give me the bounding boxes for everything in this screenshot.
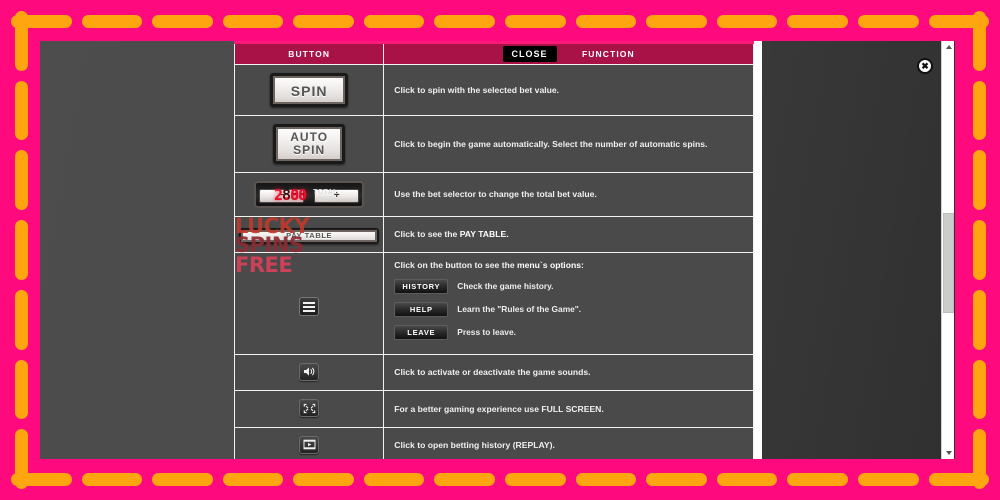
total-bet-widget[interactable]: TOTAL BET 888 2.00 − +	[254, 181, 365, 208]
table-row: AUTO SPIN Click to begin the game automa…	[233, 115, 754, 173]
row-paytable-button-cell: PAY TABLE	[233, 216, 385, 253]
sound-speaker-icon[interactable]	[299, 362, 320, 381]
row-sound-description: Click to activate or deactivate the game…	[383, 353, 754, 392]
row-betselector-description: Use the bet selector to change the total…	[383, 172, 754, 217]
table-row: PAY TABLE Click to see the PAY TABLE.	[233, 216, 754, 253]
table-row: For a better gaming experience use FULL …	[233, 390, 754, 428]
row-replay-description: Click to open betting history (REPLAY).	[383, 426, 754, 459]
row-betselector-cell: TOTAL BET 888 2.00 − +	[233, 172, 385, 217]
game-window: BUTTON CLOSE FUNCTION SPIN Click to spin…	[40, 41, 955, 459]
auto-spin-button[interactable]: AUTO SPIN	[273, 124, 346, 164]
close-icon[interactable]: ✖	[917, 58, 933, 74]
replay-film-icon[interactable]	[299, 435, 320, 454]
scrollbar-thumb[interactable]	[943, 213, 954, 313]
row-spin-button-cell: SPIN	[233, 64, 385, 116]
row-autospin-button-cell: AUTO SPIN	[233, 115, 385, 173]
header-function-label: FUNCTION	[582, 49, 635, 59]
history-button[interactable]: HISTORY	[394, 278, 449, 294]
row-menu-description: Click on the button to see the menu`s op…	[383, 252, 754, 355]
list-item: HISTORY Check the game history.	[394, 278, 753, 294]
auto-spin-label-line2: SPIN	[293, 143, 326, 157]
hamburger-menu-icon[interactable]	[299, 297, 320, 317]
menu-desc-bold: menu`s options:	[517, 260, 584, 270]
leave-button[interactable]: LEAVE	[394, 324, 449, 340]
row-autospin-description: Click to begin the game automatically. S…	[383, 115, 754, 173]
header-function-column: CLOSE FUNCTION	[383, 41, 754, 65]
table-row: SPIN Click to spin with the selected bet…	[233, 64, 754, 116]
help-table-header-row: BUTTON CLOSE FUNCTION	[233, 41, 754, 65]
scroll-up-arrow-icon[interactable]	[942, 41, 955, 53]
menu-desc-prefix: Click on the button to see the	[394, 260, 517, 270]
menu-options-list: HISTORY Check the game history. HELP Lea…	[394, 278, 753, 340]
row-sound-button-cell	[233, 353, 385, 392]
leave-description: Press to leave.	[457, 327, 516, 338]
table-row: Click to activate or deactivate the game…	[233, 353, 754, 392]
paytable-desc-bold: PAY TABLE.	[459, 229, 509, 240]
scroll-down-arrow-icon[interactable]	[942, 447, 955, 459]
help-button[interactable]: HELP	[394, 301, 449, 317]
frame-dash-row-bottom	[6, 472, 994, 486]
table-row: Click to open betting history (REPLAY).	[233, 426, 754, 459]
help-table-body: SPIN Click to spin with the selected bet…	[233, 64, 754, 459]
list-item: HELP Learn the "Rules of the Game".	[394, 301, 753, 317]
table-row: TOTAL BET 888 2.00 − + Use the bet se	[233, 172, 754, 217]
frame-dash-col-right	[972, 6, 986, 494]
history-description: Check the game history.	[457, 281, 554, 292]
pay-table-button[interactable]: PAY TABLE	[239, 228, 380, 244]
close-button[interactable]: CLOSE	[502, 46, 557, 62]
vertical-scrollbar[interactable]	[941, 41, 954, 459]
help-overlay-panel: BUTTON CLOSE FUNCTION SPIN Click to spin…	[233, 41, 762, 459]
help-table-head: BUTTON CLOSE FUNCTION	[233, 41, 754, 65]
table-row: Click on the button to see the menu`s op…	[233, 252, 754, 355]
row-spin-description: Click to spin with the selected bet valu…	[383, 64, 754, 116]
frame-dash-col-left	[14, 6, 28, 494]
paytable-desc-prefix: Click to see the	[394, 229, 460, 240]
frame-dash-row-top	[6, 14, 994, 28]
help-overlay-inner: BUTTON CLOSE FUNCTION SPIN Click to spin…	[233, 41, 754, 459]
row-fullscreen-description: For a better gaming experience use FULL …	[383, 390, 754, 428]
help-description: Learn the "Rules of the Game".	[457, 304, 582, 315]
fullscreen-expand-icon[interactable]	[299, 399, 320, 418]
header-button-column: BUTTON	[233, 41, 385, 65]
list-item: LEAVE Press to leave.	[394, 324, 753, 340]
row-paytable-description: Click to see the PAY TABLE.	[383, 216, 754, 253]
spin-button[interactable]: SPIN	[270, 73, 349, 107]
row-fullscreen-button-cell	[233, 390, 385, 428]
row-menu-button-cell	[233, 252, 385, 355]
row-replay-button-cell	[233, 426, 385, 459]
help-table: BUTTON CLOSE FUNCTION SPIN Click to spin…	[233, 41, 754, 459]
